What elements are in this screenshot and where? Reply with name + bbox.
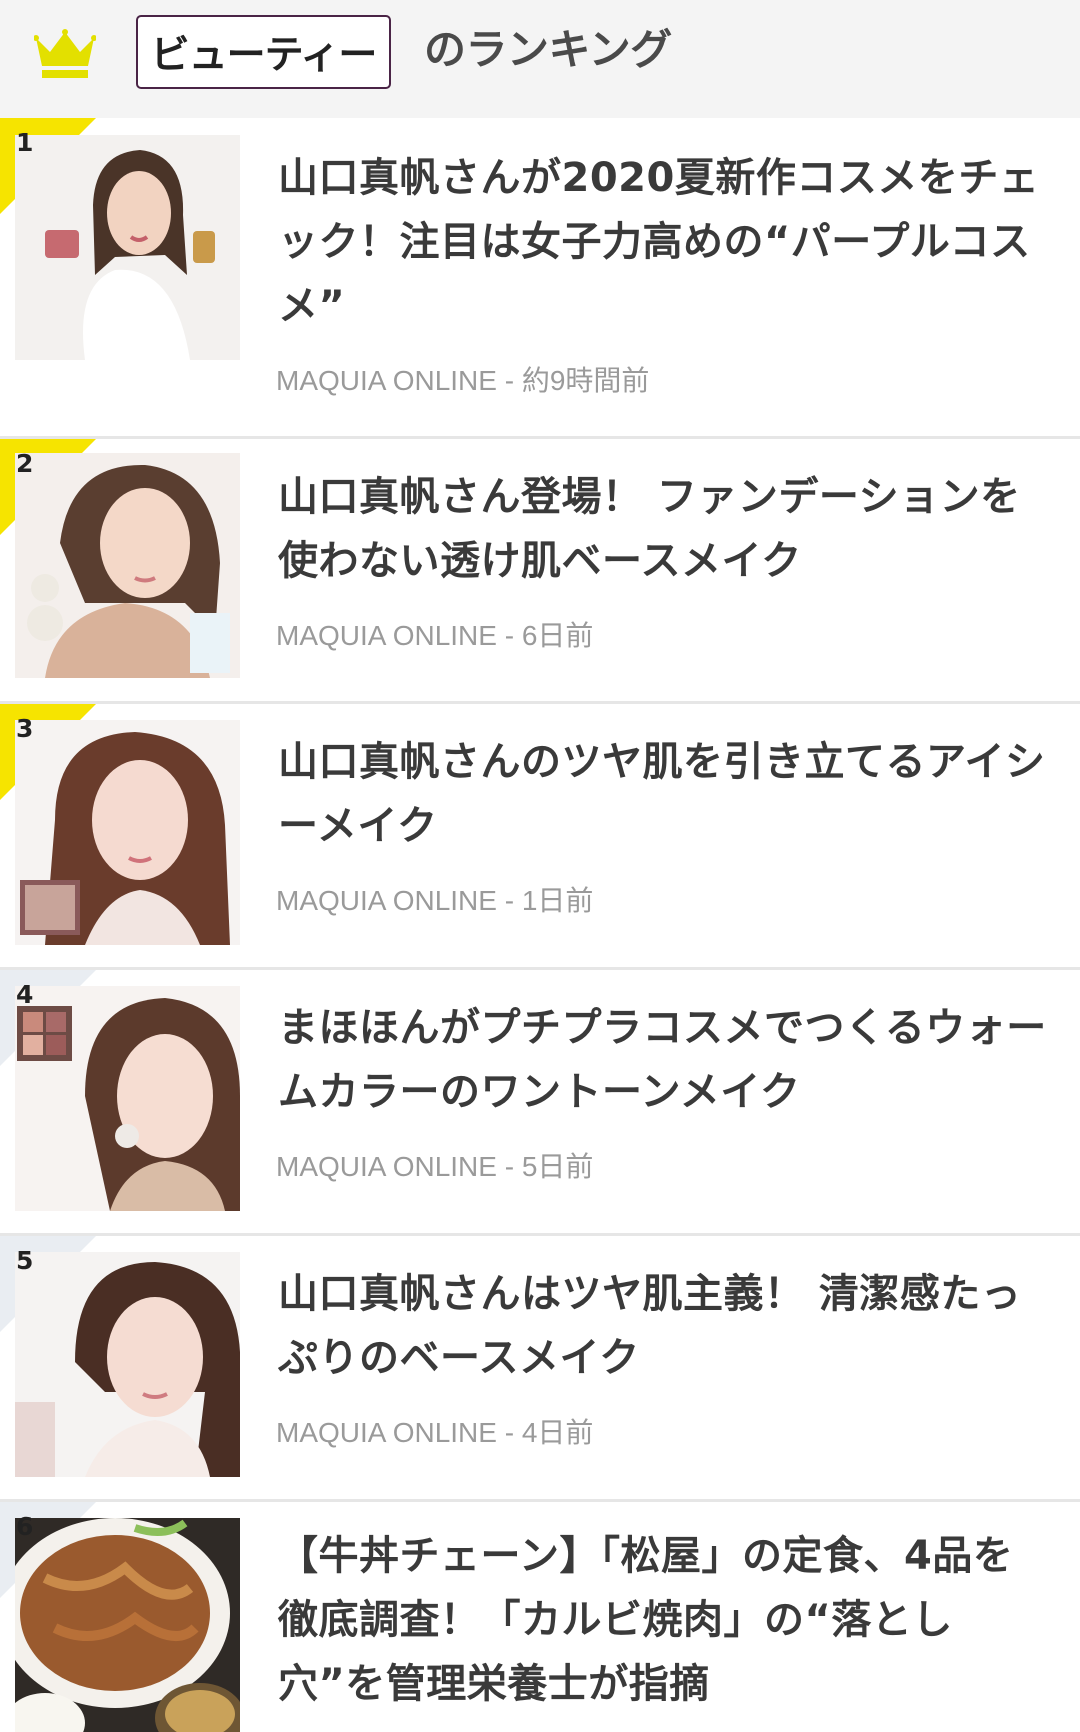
rank-number: 3 [16, 714, 34, 743]
rank-number: 2 [16, 449, 34, 478]
rank-number: 6 [16, 1512, 34, 1541]
article-meta: MAQUIA ONLINE - 6日前 [276, 620, 594, 651]
article-thumbnail[interactable] [15, 1252, 240, 1477]
article-meta: MAQUIA ONLINE - 5日前 [276, 1151, 594, 1182]
category-selector[interactable]: ビューティー [136, 15, 391, 89]
article-title[interactable]: 山口真帆さんはツヤ肌主義！ 清潔感たっぷりのベースメイク [278, 1262, 1048, 1390]
article-thumbnail[interactable] [15, 720, 240, 945]
ranking-label: のランキング [424, 25, 672, 74]
article-title[interactable]: 【牛丼チェーン】「松屋」の定食、4品を徹底調査！「カルビ焼肉」の“落とし穴”を管… [278, 1524, 1048, 1716]
crown-icon [33, 28, 97, 80]
article-meta: MAQUIA ONLINE - 1日前 [276, 885, 594, 916]
ranking-item[interactable]: 1 山口真帆さんが2020夏新作コスメをチェック！注目は女子力高めの“パープルコ… [0, 118, 1080, 439]
article-title[interactable]: まほほんがプチプラコスメでつくるウォームカラーのワントーンメイク [278, 996, 1048, 1124]
ranking-item[interactable]: 3 山口真帆さんのツヤ肌を引き立てるアイシーメイク MAQUIA ONLINE … [0, 704, 1080, 970]
ranking-item[interactable]: 6 【牛丼チェーン】「松屋」の定食、4品を徹底調査！「カルビ焼肉」の“落とし穴”… [0, 1502, 1080, 1732]
ranking-header: ビューティー のランキング [0, 0, 1080, 118]
article-thumbnail[interactable] [15, 986, 240, 1211]
article-title[interactable]: 山口真帆さんのツヤ肌を引き立てるアイシーメイク [278, 730, 1048, 858]
ranking-item[interactable]: 5 山口真帆さんはツヤ肌主義！ 清潔感たっぷりのベースメイク MAQUIA ON… [0, 1236, 1080, 1502]
ranking-item[interactable]: 4 まほほんがプチプラコスメでつくるウォームカラーのワントーンメイク MAQUI… [0, 970, 1080, 1236]
ranking-item[interactable]: 2 山口真帆さん登場！ ファンデーションを使わない透け肌ベースメイク MAQUI… [0, 439, 1080, 704]
rank-number: 5 [16, 1246, 34, 1275]
article-meta: MAQUIA ONLINE - 約9時間前 [276, 365, 650, 396]
article-title[interactable]: 山口真帆さん登場！ ファンデーションを使わない透け肌ベースメイク [278, 465, 1048, 593]
rank-number: 4 [16, 980, 34, 1009]
article-thumbnail[interactable] [15, 135, 240, 360]
rank-number: 1 [16, 128, 34, 157]
article-title[interactable]: 山口真帆さんが2020夏新作コスメをチェック！注目は女子力高めの“パープルコスメ… [278, 146, 1048, 338]
article-thumbnail[interactable] [15, 1518, 240, 1732]
article-meta: MAQUIA ONLINE - 4日前 [276, 1417, 594, 1448]
article-thumbnail[interactable] [15, 453, 240, 678]
